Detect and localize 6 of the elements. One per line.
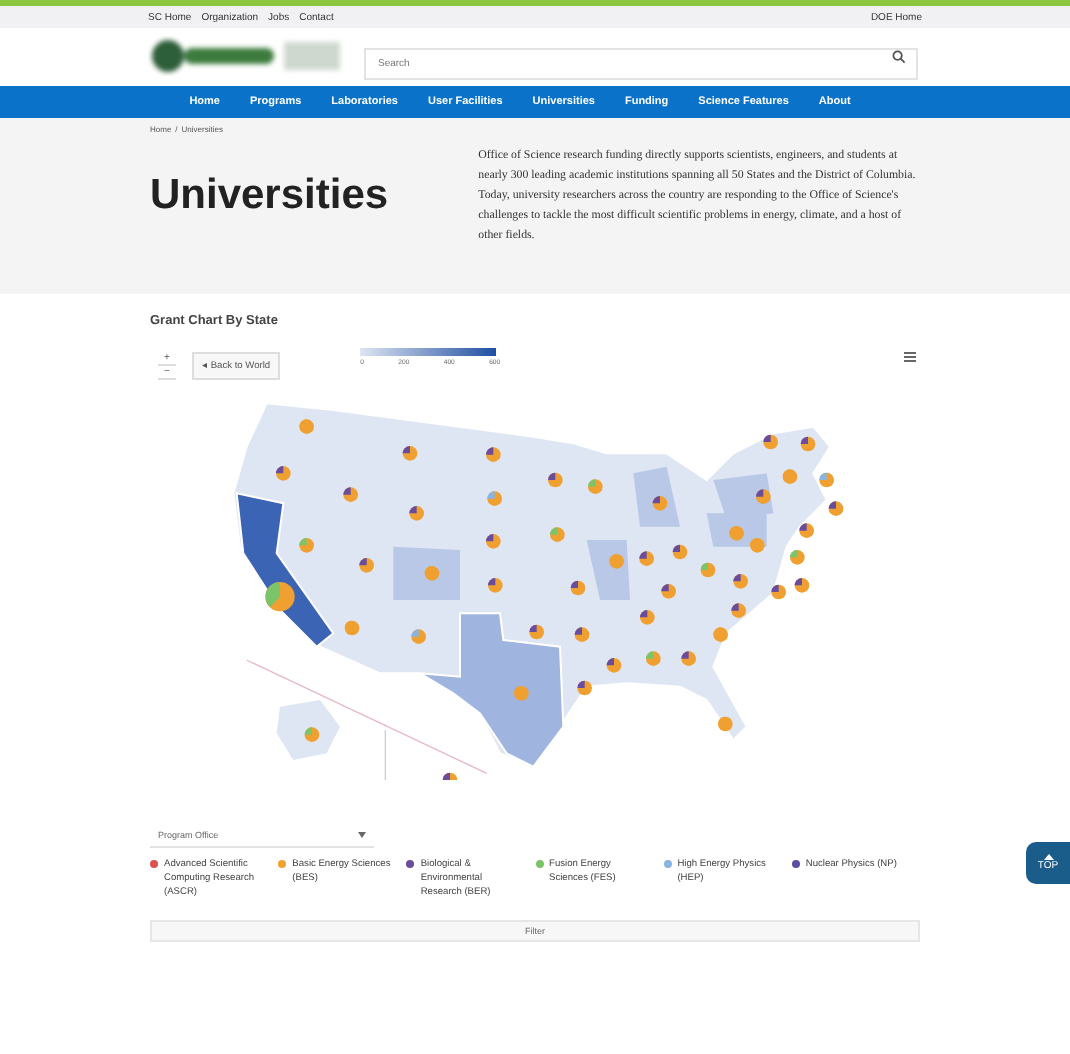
search-icon[interactable]	[892, 49, 906, 63]
menu-icon[interactable]	[904, 352, 916, 362]
caret-icon	[358, 832, 366, 838]
color-scale-bar	[360, 348, 497, 356]
caret-icon	[1043, 854, 1053, 860]
page-title: Universities	[150, 172, 391, 220]
